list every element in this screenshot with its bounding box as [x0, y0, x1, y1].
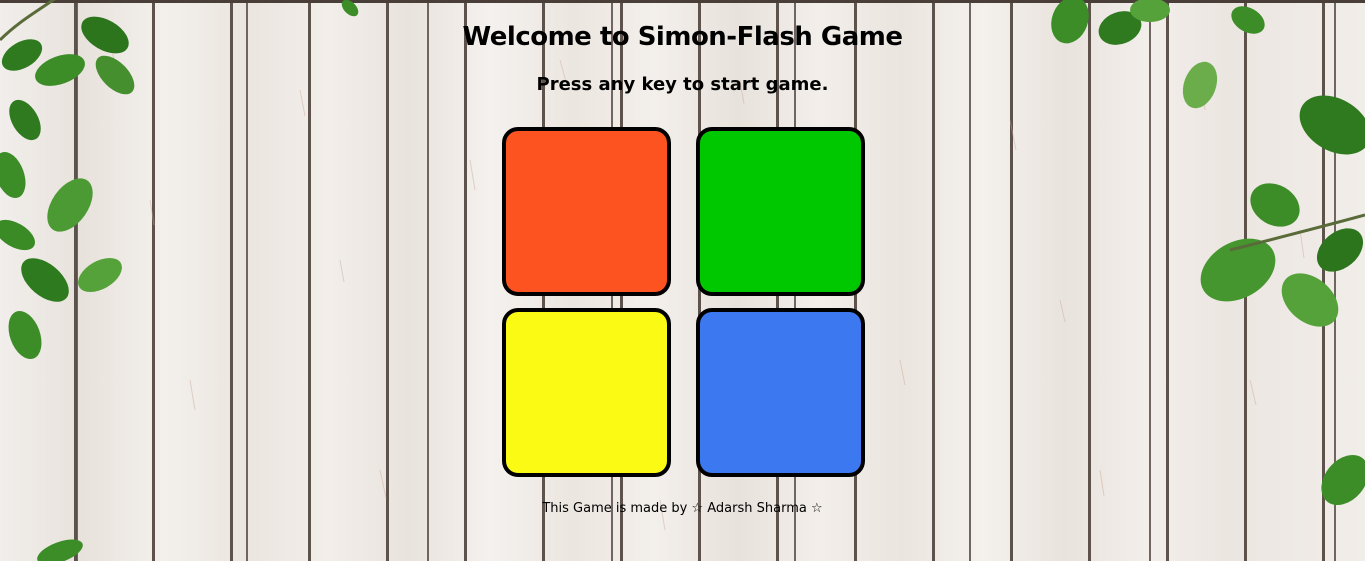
game-container: Welcome to Simon-Flash Game Press any ke… — [0, 0, 1365, 561]
game-instruction: Press any key to start game. — [536, 74, 829, 95]
footer-credit: This Game is made by ☆ Adarsh Sharma ☆ — [542, 501, 823, 516]
red-pad[interactable] — [502, 127, 671, 296]
green-pad[interactable] — [696, 127, 865, 296]
yellow-pad[interactable] — [502, 308, 671, 477]
blue-pad[interactable] — [696, 308, 865, 477]
game-title: Welcome to Simon-Flash Game — [462, 22, 903, 52]
